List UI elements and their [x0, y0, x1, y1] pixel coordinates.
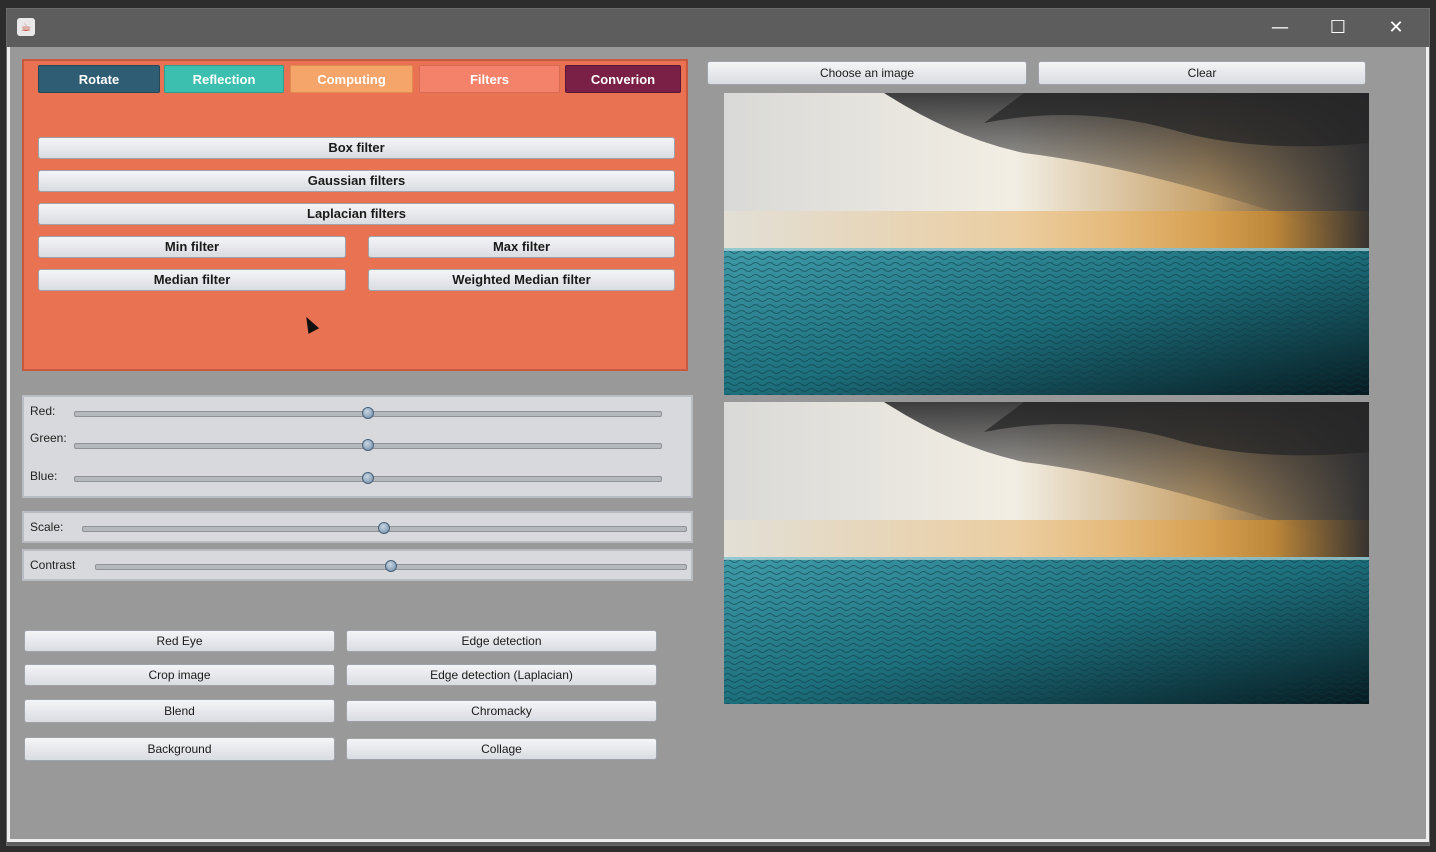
- java-icon: ☕: [17, 18, 35, 36]
- gaussian-filters-button[interactable]: Gaussian filters: [38, 170, 675, 192]
- median-filter-button[interactable]: Median filter: [38, 269, 346, 291]
- edge-detection-laplacian-button[interactable]: Edge detection (Laplacian): [346, 664, 657, 686]
- choose-image-button[interactable]: Choose an image: [707, 61, 1027, 85]
- contrast-panel: Contrast: [22, 549, 693, 581]
- tab-conversion[interactable]: Converion: [565, 65, 681, 93]
- green-slider-thumb[interactable]: [362, 439, 374, 451]
- edge-detection-button[interactable]: Edge detection: [346, 630, 657, 652]
- close-button[interactable]: ✕: [1367, 9, 1425, 47]
- blue-label: Blue:: [30, 469, 58, 483]
- tab-rotate[interactable]: Rotate: [38, 65, 160, 93]
- laplacian-filters-button[interactable]: Laplacian filters: [38, 203, 675, 225]
- maximize-button[interactable]: ☐: [1309, 9, 1367, 47]
- main-content: Rotate Reflection Computing Filters Conv…: [7, 47, 1429, 842]
- blend-button[interactable]: Blend: [24, 699, 335, 723]
- weighted-median-filter-button[interactable]: Weighted Median filter: [368, 269, 675, 291]
- rgb-panel: Red: Green: Blue:: [22, 395, 693, 498]
- red-slider-thumb[interactable]: [362, 407, 374, 419]
- filters-panel: Rotate Reflection Computing Filters Conv…: [22, 59, 688, 371]
- blue-slider-thumb[interactable]: [362, 472, 374, 484]
- background-button[interactable]: Background: [24, 737, 335, 761]
- scale-panel: Scale:: [22, 511, 693, 543]
- processed-image: [724, 402, 1369, 704]
- tab-filters[interactable]: Filters: [419, 65, 560, 93]
- scale-label: Scale:: [30, 520, 64, 534]
- max-filter-button[interactable]: Max filter: [368, 236, 675, 258]
- original-image: [724, 93, 1369, 395]
- tab-reflection[interactable]: Reflection: [164, 65, 284, 93]
- red-label: Red:: [30, 404, 56, 418]
- min-filter-button[interactable]: Min filter: [38, 236, 346, 258]
- desktop: ☕ — ☐ ✕ Rotate Reflection Computing Filt…: [0, 0, 1436, 852]
- red-eye-button[interactable]: Red Eye: [24, 630, 335, 652]
- minimize-button[interactable]: —: [1251, 9, 1309, 47]
- chromacky-button[interactable]: Chromacky: [346, 700, 657, 722]
- scale-slider-thumb[interactable]: [378, 522, 390, 534]
- contrast-label: Contrast: [30, 558, 76, 572]
- box-filter-button[interactable]: Box filter: [38, 137, 675, 159]
- tab-computing[interactable]: Computing: [290, 65, 413, 93]
- title-bar[interactable]: ☕ — ☐ ✕: [7, 9, 1429, 47]
- green-label: Green:: [30, 431, 67, 445]
- app-window: ☕ — ☐ ✕ Rotate Reflection Computing Filt…: [6, 8, 1430, 846]
- crop-image-button[interactable]: Crop image: [24, 664, 335, 686]
- contrast-slider-thumb[interactable]: [385, 560, 397, 572]
- collage-button[interactable]: Collage: [346, 738, 657, 760]
- clear-button[interactable]: Clear: [1038, 61, 1366, 85]
